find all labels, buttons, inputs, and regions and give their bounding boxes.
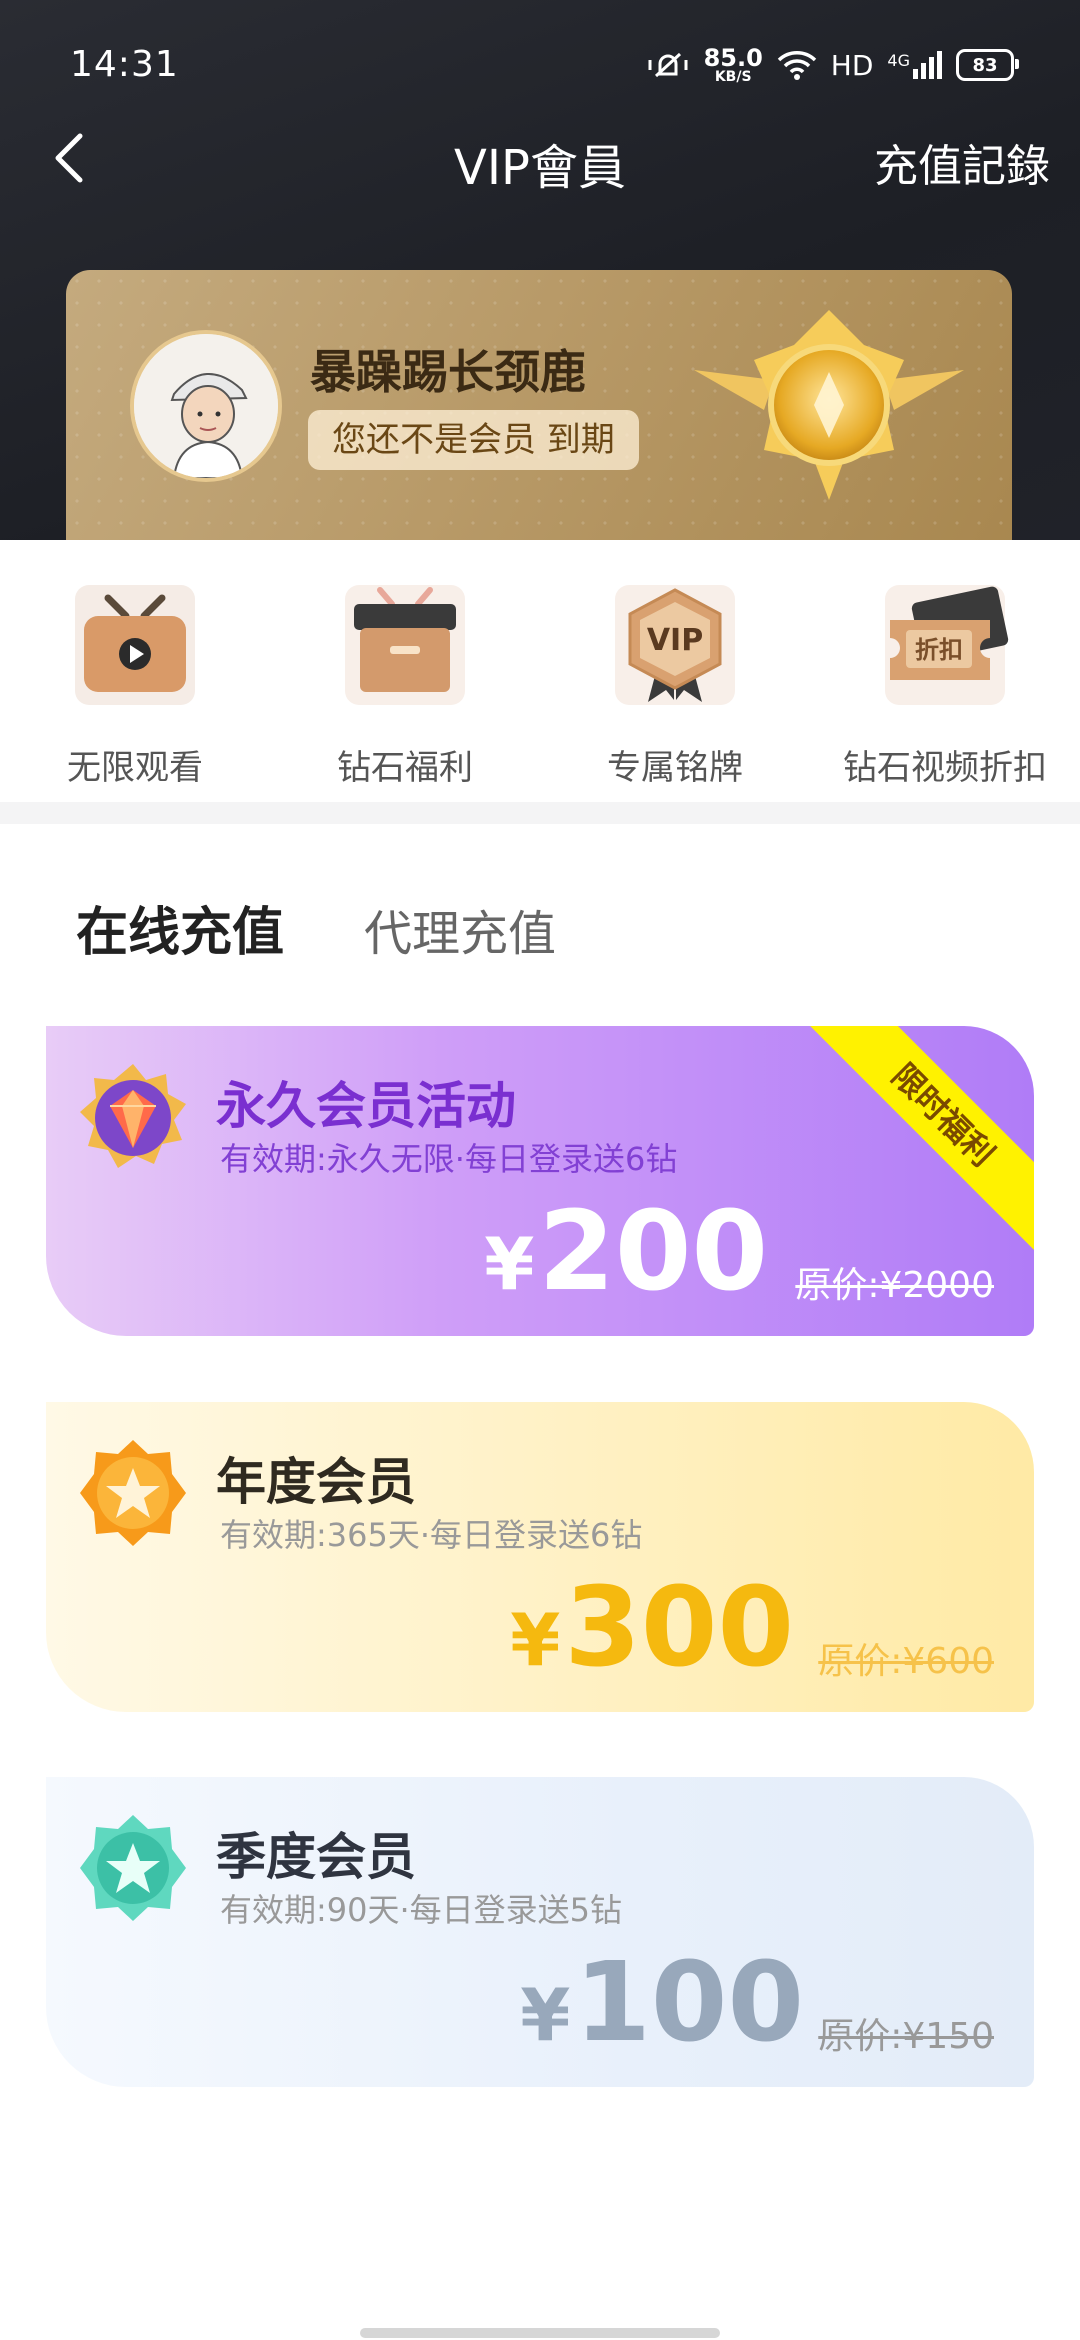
plan-price: ¥200 bbox=[484, 1196, 768, 1306]
net-speed-unit: KB/S bbox=[714, 69, 752, 85]
avatar-illustration bbox=[134, 334, 278, 478]
currency-symbol: ¥ bbox=[510, 1598, 561, 1682]
net-speed-value: 85.0 bbox=[703, 44, 763, 72]
signal-icon: 4G bbox=[887, 51, 942, 79]
diamond-medal-icon bbox=[80, 1064, 186, 1168]
benefits-row: 无限观看 钻石福利 VIP 专属铭牌 折扣 钻石视频折扣 bbox=[0, 540, 1080, 802]
benefit-diamond-welfare[interactable]: 钻石福利 bbox=[270, 580, 540, 789]
wifi-icon bbox=[777, 51, 817, 80]
section-divider bbox=[0, 802, 1080, 824]
hd-indicator: HD bbox=[830, 48, 874, 82]
price-value: 100 bbox=[574, 1938, 804, 2066]
status-icons: 85.0 KB/S HD 4G 83 bbox=[646, 40, 1019, 90]
recharge-records-link[interactable]: 充值記錄 bbox=[874, 130, 1050, 194]
price-value: 200 bbox=[538, 1187, 768, 1315]
status-time: 14:31 bbox=[70, 44, 179, 85]
limited-time-ribbon: 限时福利 bbox=[804, 1026, 1034, 1254]
battery-icon: 83 bbox=[956, 49, 1019, 81]
network-speed: 85.0 KB/S bbox=[704, 46, 763, 84]
plan-card-annual[interactable]: 年度会员 有效期:365天·每日登录送6钻 ¥300 原价:¥600 bbox=[46, 1402, 1034, 1712]
benefit-label: 钻石视频折扣 bbox=[843, 748, 1047, 788]
plan-subtitle: 有效期:365天·每日登录送6钻 bbox=[220, 1516, 643, 1554]
benefit-label: 钻石福利 bbox=[337, 748, 473, 788]
member-status-badge: 您还不是会员 到期 bbox=[308, 410, 639, 470]
plan-original-price: 原价:¥2000 bbox=[795, 1265, 994, 1306]
plan-original-price: 原价:¥150 bbox=[818, 2016, 994, 2057]
plan-subtitle: 有效期:90天·每日登录送5钻 bbox=[220, 1891, 623, 1929]
plan-price: ¥100 bbox=[520, 1947, 804, 2057]
avatar[interactable] bbox=[130, 330, 282, 482]
plan-price: ¥300 bbox=[510, 1572, 794, 1682]
member-card: 暴躁踢长颈鹿 您还不是会员 到期 bbox=[66, 270, 1012, 570]
price-value: 300 bbox=[564, 1563, 794, 1691]
gold-medal-icon bbox=[694, 310, 964, 500]
tv-play-icon bbox=[75, 585, 195, 705]
gold-star-badge-icon bbox=[80, 1440, 186, 1546]
plan-title: 季度会员 bbox=[216, 1828, 416, 1886]
benefit-label: 专属铭牌 bbox=[607, 748, 743, 788]
benefit-label: 无限观看 bbox=[67, 748, 203, 788]
teal-star-badge-icon bbox=[80, 1815, 186, 1921]
gift-box-icon bbox=[345, 585, 465, 705]
signal-type: 4G bbox=[887, 51, 910, 70]
plan-title: 年度会员 bbox=[216, 1453, 416, 1511]
nav-bar: VIP會員 充值記錄 bbox=[0, 120, 1080, 200]
home-indicator[interactable] bbox=[360, 2328, 720, 2338]
plan-card-permanent[interactable]: 永久会员活动 有效期:永久无限·每日登录送6钻 ¥200 原价:¥2000 限时… bbox=[46, 1026, 1034, 1336]
svg-text:VIP: VIP bbox=[647, 623, 703, 658]
currency-symbol: ¥ bbox=[484, 1222, 535, 1306]
plan-subtitle: 有效期:永久无限·每日登录送6钻 bbox=[220, 1140, 678, 1178]
tab-agent-recharge[interactable]: 代理充值 bbox=[364, 894, 556, 964]
benefit-video-discount[interactable]: 折扣 钻石视频折扣 bbox=[810, 580, 1080, 789]
plan-original-price: 原价:¥600 bbox=[818, 1641, 994, 1682]
discount-ticket-icon: 折扣 bbox=[885, 585, 1009, 705]
vip-badge-icon: VIP bbox=[615, 585, 735, 705]
tab-online-recharge[interactable]: 在线充值 bbox=[76, 890, 284, 965]
plan-card-quarterly[interactable]: 季度会员 有效期:90天·每日登录送5钻 ¥100 原价:¥150 bbox=[46, 1777, 1034, 2087]
benefit-unlimited-watch[interactable]: 无限观看 bbox=[0, 580, 270, 789]
battery-level: 83 bbox=[972, 54, 998, 76]
user-name: 暴躁踢长颈鹿 bbox=[310, 345, 586, 399]
benefit-exclusive-badge[interactable]: VIP 专属铭牌 bbox=[540, 580, 810, 789]
currency-symbol: ¥ bbox=[520, 1973, 571, 2057]
plan-title: 永久会员活动 bbox=[216, 1077, 516, 1135]
mute-vibrate-icon bbox=[648, 52, 688, 78]
status-bar: 14:31 85.0 KB/S HD 4G 83 bbox=[0, 0, 1080, 130]
svg-text:折扣: 折扣 bbox=[915, 636, 963, 664]
